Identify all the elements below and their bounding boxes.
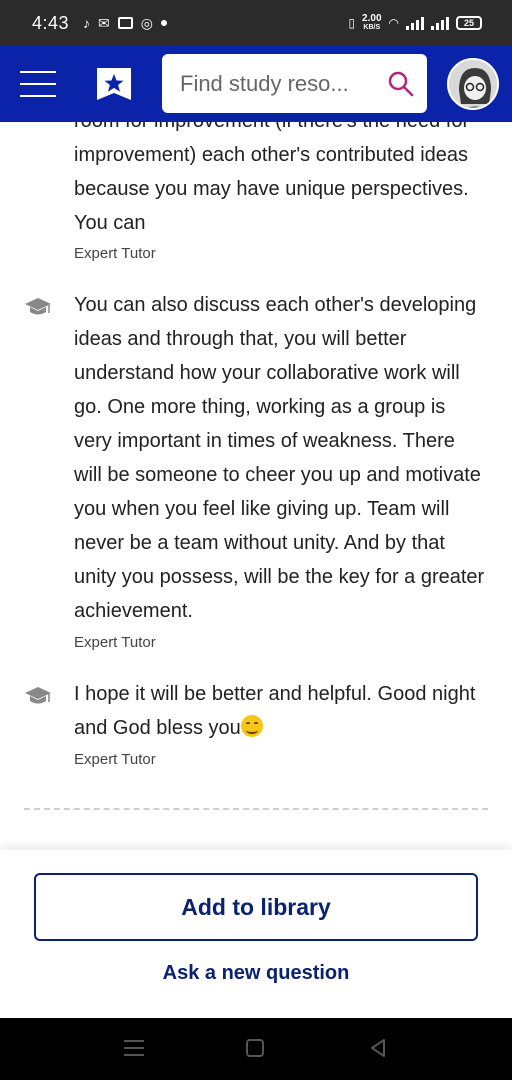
- section-divider: [24, 808, 488, 810]
- comment-text-body: I hope it will be better and helpful. Go…: [74, 683, 476, 739]
- comment-text: room for improvement (if there's the nee…: [74, 122, 469, 234]
- signal-icon-2: [431, 16, 449, 30]
- search-input[interactable]: [180, 70, 380, 97]
- notification-icons: ♪ ✉ ◎: [83, 15, 167, 32]
- network-speed: 2.00 KB/S: [362, 14, 381, 32]
- menu-icon[interactable]: [20, 71, 56, 97]
- recent-apps-icon[interactable]: [124, 1040, 144, 1056]
- system-icons: ▯ 2.00 KB/S ◠ 25: [348, 14, 482, 32]
- comment-author: Expert Tutor: [74, 634, 156, 651]
- home-icon[interactable]: [246, 1039, 264, 1057]
- search-icon[interactable]: [387, 70, 415, 98]
- answer-thread: room for improvement (if there's the nee…: [0, 122, 512, 850]
- signal-icon: [406, 16, 424, 30]
- graduation-cap-icon: [25, 298, 51, 315]
- instagram-icon: ◎: [140, 14, 153, 31]
- ask-new-question-link[interactable]: Ask a new question: [0, 962, 512, 985]
- smiling-face-emoji-icon: [240, 715, 263, 737]
- graduation-cap-icon: [25, 687, 51, 704]
- network-speed-unit: KB/S: [363, 24, 381, 31]
- more-notifications-icon: [161, 20, 167, 26]
- comment-author: Expert Tutor: [74, 751, 156, 768]
- battery-icon: 25: [456, 16, 482, 30]
- mail-icon: ✉: [98, 14, 110, 31]
- bottom-action-panel: Add to library Ask a new question: [0, 850, 512, 1018]
- comment-author: Expert Tutor: [74, 245, 156, 262]
- status-bar: 4:43 ♪ ✉ ◎ ▯ 2.00 KB/S ◠ 25: [0, 0, 512, 46]
- avatar[interactable]: [447, 58, 499, 110]
- status-time: 4:43: [32, 12, 70, 33]
- network-speed-value: 2.00: [362, 13, 382, 24]
- tiktok-icon: ♪: [83, 15, 91, 31]
- vibrate-icon: ▯: [348, 16, 356, 30]
- avatar-icon: [449, 60, 497, 108]
- add-to-library-button[interactable]: Add to library: [34, 873, 478, 941]
- search-box[interactable]: [162, 54, 427, 113]
- comment-text: I hope it will be better and helpful. Go…: [74, 677, 486, 745]
- back-icon[interactable]: [368, 1038, 388, 1058]
- app-icon: [117, 17, 133, 29]
- app-header: [0, 46, 512, 122]
- system-navigation-bar: [0, 1018, 512, 1080]
- comment-text: You can also discuss each other's develo…: [74, 294, 485, 622]
- logo-icon[interactable]: [93, 63, 135, 105]
- wifi-icon: ◠: [388, 16, 399, 30]
